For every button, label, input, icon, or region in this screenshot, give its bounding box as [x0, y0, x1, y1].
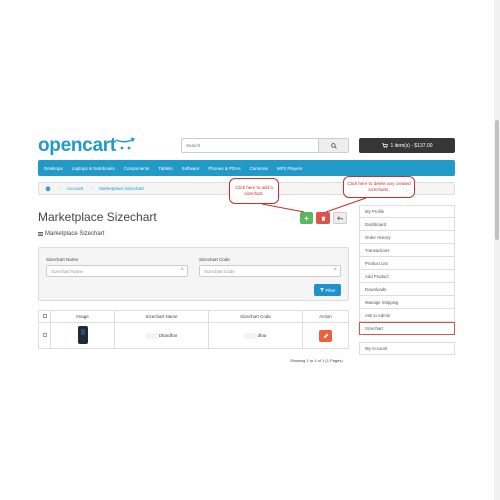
sidebar-item-product-list[interactable]: Product List [359, 257, 455, 270]
trash-icon [321, 216, 325, 221]
page: opencart 1 item(s) - $137.00 Desktops La… [0, 0, 500, 500]
account-sidebar: My Profile Dashboard Order History Trans… [359, 205, 455, 355]
breadcrumb-item-sizechart[interactable]: Marketplace Sizechart [99, 186, 144, 191]
pencil-icon [323, 333, 328, 338]
row-name-cell: Dhardhar [114, 322, 209, 349]
menu-item-laptops[interactable]: Laptops & Notebooks [72, 166, 115, 171]
search-icon [330, 142, 337, 149]
menu-item-software[interactable]: Software [182, 166, 200, 171]
sidebar-item-order-history[interactable]: Order History [359, 231, 455, 244]
menu-item-components[interactable]: Components [124, 166, 150, 171]
clear-icon[interactable]: × [180, 267, 184, 273]
row-name: Dhardhar [158, 332, 178, 338]
cart-label: 1 item(s) - $137.00 [390, 142, 433, 149]
filter-name-placeholder: Sizechart Name [51, 268, 84, 274]
menu-item-tablets[interactable]: Tablets [158, 166, 172, 171]
back-button[interactable] [333, 212, 347, 224]
sidebar-item-add-product[interactable]: Add Product [359, 270, 455, 283]
breadcrumb-item-account[interactable]: Account [67, 186, 83, 191]
sidebar-item-my-account[interactable]: My Account [359, 342, 455, 355]
select-all-checkbox[interactable] [42, 314, 47, 318]
page-title: Marketplace Sizechart [38, 210, 157, 224]
add-sizechart-button[interactable] [300, 212, 313, 224]
plus-icon [304, 216, 309, 220]
table-header-row: Image Sizechart Name Sizechart Code Acti… [38, 310, 349, 323]
breadcrumb-separator: › [90, 185, 93, 192]
shopping-cart-icon [381, 143, 388, 148]
sidebar-item-ask-to-admin[interactable]: Ask to Admin [359, 309, 455, 322]
row-checkbox[interactable] [42, 333, 47, 337]
menu-item-mp3[interactable]: MP3 Players [277, 166, 303, 171]
store-logo[interactable]: opencart [38, 135, 116, 157]
filter-name-label: Sizechart Name [46, 257, 79, 262]
section-title-label: Marketplace Sizechart [45, 231, 105, 237]
redacted-text [244, 332, 257, 339]
filter-code-placeholder: Sizechart Code [204, 268, 235, 274]
delete-callout: Click here to delete any created sizecha… [343, 176, 415, 198]
home-icon[interactable] [45, 186, 51, 191]
row-action-cell [302, 322, 349, 349]
sizechart-table: Image Sizechart Name Sizechart Code Acti… [38, 310, 349, 349]
row-code-cell: dhar [208, 322, 303, 349]
header-sizechart-code[interactable]: Sizechart Code [208, 310, 303, 323]
filter-name-input[interactable]: Sizechart Name × [46, 265, 188, 277]
filter-panel: Sizechart Name Sizechart Name × Sizechar… [38, 247, 349, 301]
filter-code-label: Sizechart Code [199, 257, 230, 262]
sidebar-item-downloads[interactable]: Downloads [359, 283, 455, 296]
header-image: Image [50, 310, 115, 323]
section-title: Marketplace Sizechart [38, 231, 104, 237]
delete-sizechart-button[interactable] [316, 212, 330, 224]
filter-code-input[interactable]: Sizechart Code × [199, 265, 341, 277]
filter-button-label: Filter [325, 287, 336, 293]
menu-item-phones[interactable]: Phones & PDAs [208, 166, 240, 171]
search-box [181, 138, 349, 153]
cart-logo-icon [115, 137, 135, 150]
select-all-cell [38, 310, 51, 323]
row-image-cell [50, 322, 115, 349]
filter-button[interactable]: Filter [314, 284, 341, 296]
menu-item-cameras[interactable]: Cameras [250, 166, 268, 171]
sidebar-item-sizechart[interactable]: Sizechart [359, 322, 455, 335]
scrollbar-thumb[interactable] [495, 120, 499, 240]
filter-icon [319, 288, 324, 292]
table-row: Dhardhar dhar [38, 322, 349, 349]
clear-icon[interactable]: × [333, 267, 337, 273]
breadcrumb-separator: › [58, 185, 60, 192]
reply-icon [337, 215, 343, 220]
search-input[interactable] [182, 139, 319, 152]
product-thumbnail [77, 326, 88, 344]
sidebar-item-transactions[interactable]: Transactions [359, 244, 455, 257]
header-action: Action [302, 310, 349, 323]
search-button[interactable] [318, 139, 348, 152]
header-sizechart-name[interactable]: Sizechart Name [114, 310, 209, 323]
redacted-text [145, 332, 158, 339]
row-select-cell [38, 322, 51, 349]
edit-button[interactable] [319, 329, 332, 342]
sidebar-item-manage-shipping[interactable]: Manage Shipping [359, 296, 455, 309]
cart-button[interactable]: 1 item(s) - $137.00 [359, 138, 455, 153]
scrollbar[interactable] [494, 0, 500, 500]
row-code: dhar [257, 332, 267, 338]
sidebar-item-dashboard[interactable]: Dashboard [359, 218, 455, 231]
menu-item-desktops[interactable]: Desktops [44, 166, 63, 171]
list-icon [38, 232, 43, 236]
add-callout: Click here to add a sizechart. [229, 178, 279, 204]
sidebar-item-my-profile[interactable]: My Profile [359, 205, 455, 218]
main-menu: Desktops Laptops & Notebooks Components … [38, 160, 455, 176]
pagination-text: Showing 1 to 1 of 1 (1 Pages) [290, 358, 343, 363]
